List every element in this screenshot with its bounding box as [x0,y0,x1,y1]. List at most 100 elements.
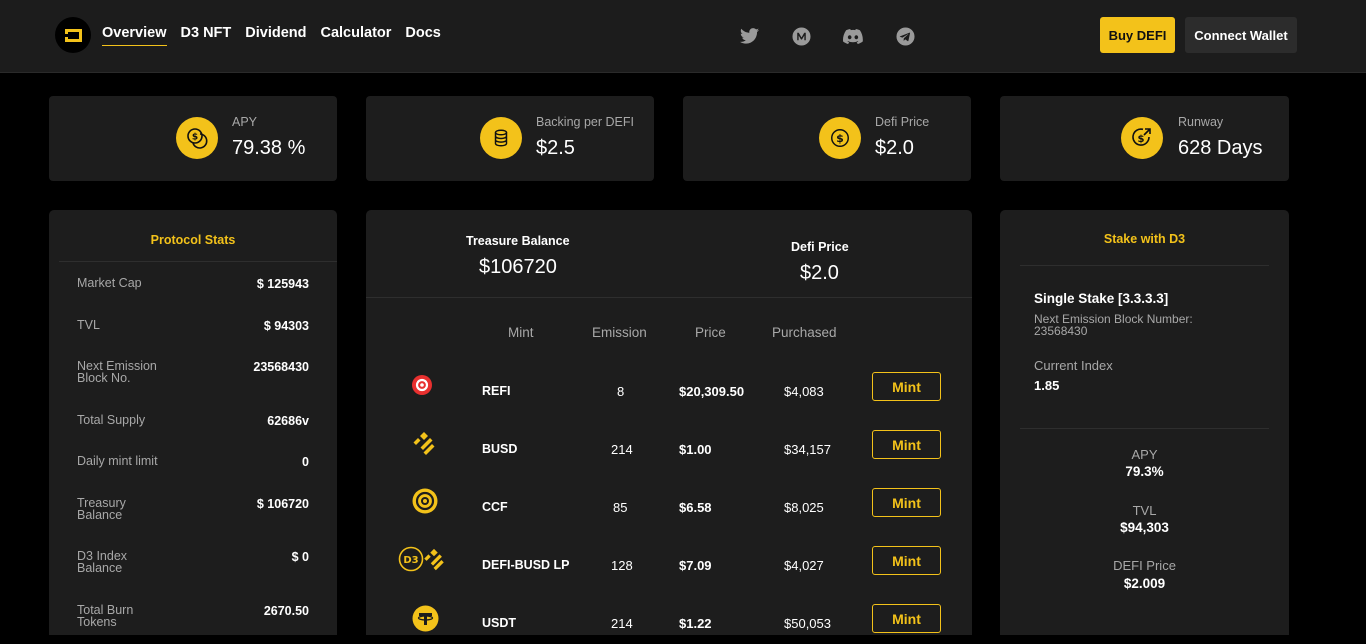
token-price: $1.22 [679,616,712,631]
token-name: BUSD [482,442,518,456]
nav-d3-nft[interactable]: D3 NFT [181,25,232,46]
nav-calculator[interactable]: Calculator [320,25,391,46]
token-price: $1.00 [679,442,712,457]
svg-text:D3: D3 [403,555,418,566]
token-emission: 214 [611,616,633,631]
divider [1020,265,1269,266]
token-price: $20,309.50 [679,384,745,399]
metric-tvl-value: $94,303 [1120,520,1169,535]
col-header-mint: Mint [508,325,534,340]
stat-row-label: Treasury Balance [77,496,126,522]
metric-defi-price-label: DEFI Price [1113,558,1176,573]
stat-row-value: 62686v [267,414,309,428]
medium-icon[interactable] [790,26,812,46]
defi-price-label: Defi Price [791,240,849,254]
stat-label: Runway [1178,115,1224,129]
coin-stack-icon [480,117,522,159]
mint-row-refi: REFI 8 $20,309.50 $4,083 Mint [366,372,972,412]
stat-value: 628 Days [1178,137,1263,159]
stat-row-value: $ 106720 [256,497,309,511]
logo-mark-icon [64,28,82,42]
mint-button[interactable]: Mint [872,372,941,401]
col-header-price: Price [695,325,726,340]
divider [366,297,972,298]
mint-button[interactable]: Mint [872,546,941,575]
token-emission: 214 [611,442,633,457]
discord-icon[interactable] [842,26,864,46]
panel-title: Protocol Stats [150,233,236,247]
top-header: Overview D3 NFT Dividend Calculator Docs… [0,0,1366,73]
stat-value: $2.0 [875,137,914,159]
nav-overview[interactable]: Overview [102,25,167,46]
token-purchased: $4,083 [784,384,824,399]
stat-value: $2.5 [536,137,575,159]
busd-icon [409,429,439,459]
mint-row-defi-busd-lp: D3 DEFI-BUSD LP 128 $7.09 $4,027 Mint [366,546,972,586]
stake-panel: Stake with D3 Single Stake [3.3.3.3] Nex… [1000,210,1289,635]
token-purchased: $4,027 [784,558,824,573]
divider [59,261,337,262]
stat-row-value: 2670.50 [263,604,309,618]
buy-defi-button[interactable]: Buy DEFI [1100,17,1175,53]
mint-button[interactable]: Mint [872,604,941,633]
col-header-purchased: Purchased [772,325,837,340]
stat-row-label: TVL [77,318,100,332]
stat-value: 79.38 % [232,137,306,159]
mint-button[interactable]: Mint [872,488,941,517]
stat-row-label: D3 Index Balance [77,549,128,575]
treasury-balance-label: Treasure Balance [466,234,570,248]
mint-row-usdt: USDT 214 $1.22 $50,053 Mint [366,604,972,644]
token-name: DEFI-BUSD LP [482,558,570,572]
refi-icon [407,370,437,400]
token-emission: 85 [613,500,628,515]
token-purchased: $8,025 [784,500,824,515]
current-index-value: 1.85 [1034,378,1060,393]
token-emission: 8 [617,384,625,399]
stat-row-label: Market Cap [77,276,142,290]
svg-text:$: $ [1138,134,1145,145]
dollar-coin-icon: $ [819,117,861,159]
token-name: REFI [482,384,511,398]
metric-defi-price-value: $2.009 [1123,576,1166,591]
token-purchased: $34,157 [784,442,831,457]
ccf-icon [410,486,440,516]
nav-docs[interactable]: Docs [405,25,440,46]
coins-icon: $ [176,117,218,159]
svg-text:$: $ [192,133,198,143]
stat-row-value: 0 [302,455,309,469]
stat-row-value: $ 125943 [256,277,309,291]
stat-card-apy: $ APY 79.38 % [49,96,337,181]
mint-button[interactable]: Mint [872,430,941,459]
token-name: USDT [482,616,517,630]
stat-label: Backing per DEFI [536,115,634,129]
token-price: $6.58 [679,500,712,515]
treasury-balance-value: $106720 [479,256,557,278]
stat-row-label: Daily mint limit [77,454,158,468]
token-name: CCF [482,500,508,514]
token-emission: 128 [611,558,633,573]
stat-row-label: Total Supply [77,413,146,427]
col-header-emission: Emission [592,325,647,340]
connect-wallet-button[interactable]: Connect Wallet [1185,17,1297,53]
stat-row-value: 23568430 [253,360,309,374]
stake-name[interactable]: Single Stake [3.3.3.3] [1034,291,1168,306]
panel-title: Stake with D3 [1103,232,1186,246]
stat-label: APY [232,115,258,129]
divider [1020,428,1269,429]
stat-row-label: Next Emission Block No. [77,359,157,385]
metric-apy-label: APY [1131,447,1158,462]
svg-text:$: $ [836,132,844,145]
stat-row-value: $ 94303 [263,319,309,333]
metric-tvl-label: TVL [1132,503,1157,518]
token-purchased: $50,053 [784,616,831,631]
mint-row-busd: BUSD 214 $1.00 $34,157 Mint [366,430,972,470]
d3-logo[interactable] [55,17,91,53]
twitter-icon[interactable] [738,26,760,46]
nav-dividend[interactable]: Dividend [245,25,306,46]
treasury-mint-panel: Treasure Balance $106720 Defi Price $2.0… [366,210,972,635]
telegram-icon[interactable] [894,26,916,46]
stat-row-value: $ 0 [291,550,309,564]
usdt-icon [410,603,440,633]
token-price: $7.09 [679,558,712,573]
social-links [738,26,946,46]
